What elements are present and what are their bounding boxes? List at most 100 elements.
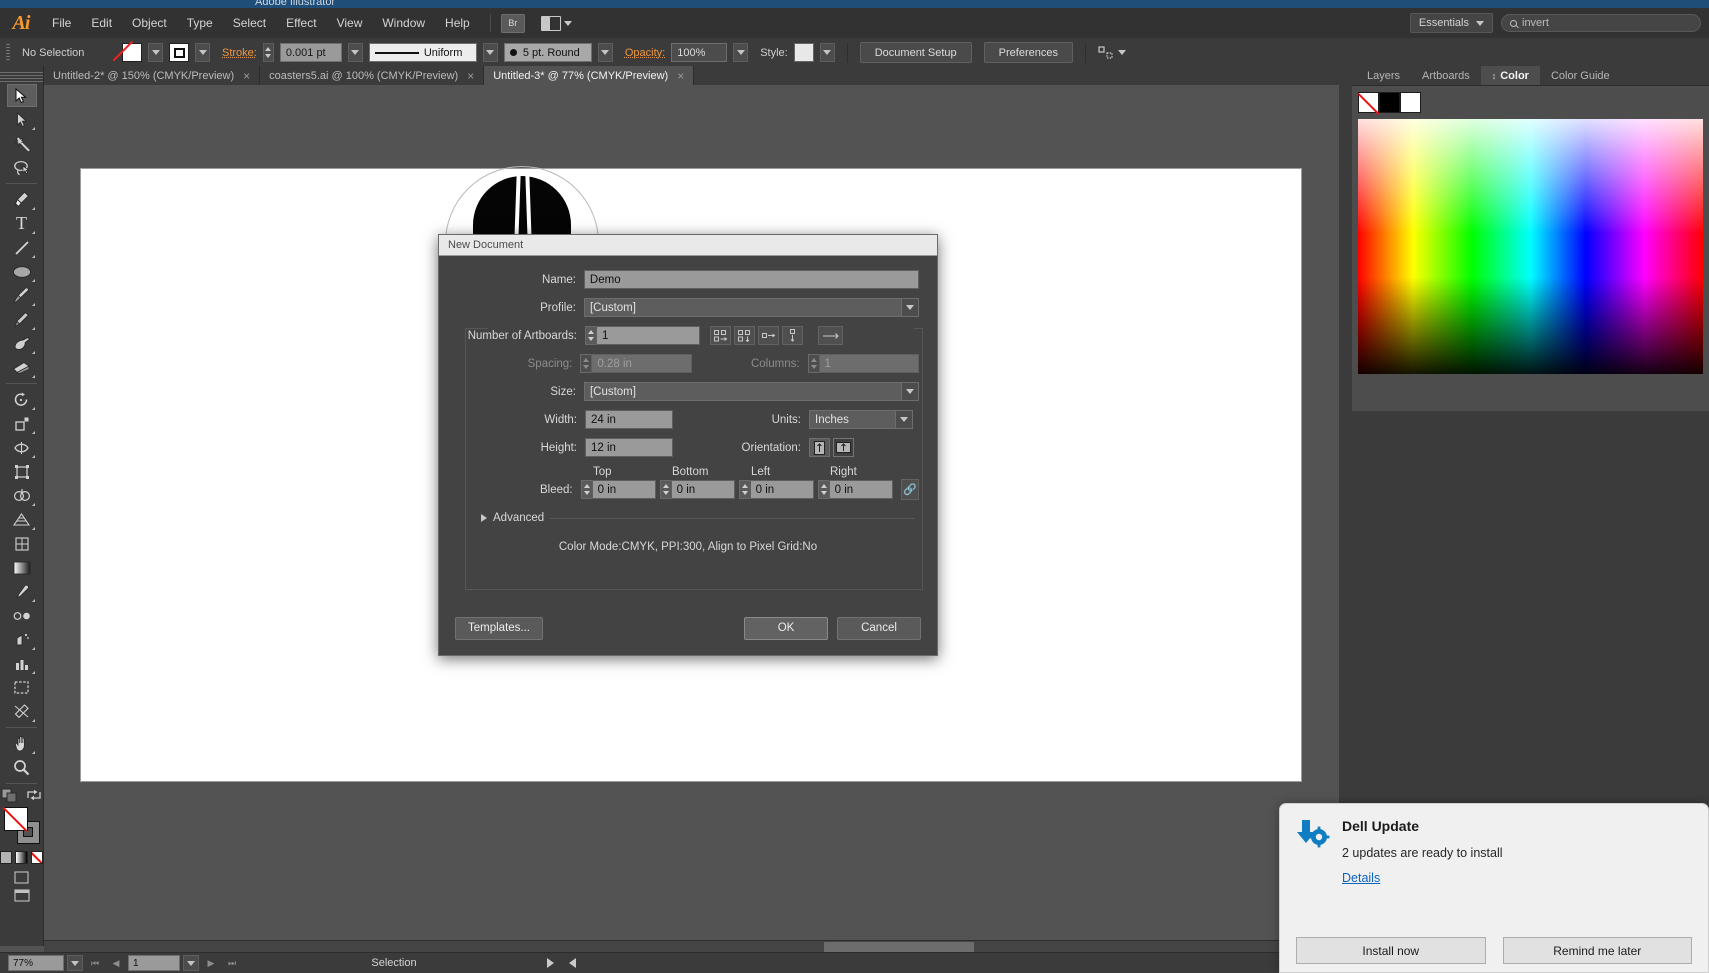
grid-by-column-button[interactable] (734, 326, 755, 345)
artboard-dropdown[interactable] (183, 955, 199, 971)
bleed-top-input[interactable]: 0 in (591, 480, 656, 499)
tool-rotate[interactable] (7, 388, 37, 411)
prev-artboard-icon[interactable]: ◀ (107, 955, 125, 971)
document-tab-untitled-2[interactable]: Untitled-2* @ 150% (CMYK/Preview) × (44, 66, 261, 85)
link-bleed-values-icon[interactable]: 🔗 (900, 479, 919, 500)
tool-direct-selection[interactable] (7, 108, 37, 131)
zoom-level-field[interactable]: 77% (8, 955, 64, 971)
tool-artboard[interactable] (7, 676, 37, 699)
document-tab-coasters5[interactable]: coasters5.ai @ 100% (CMYK/Preview) × (260, 66, 485, 85)
stroke-label[interactable]: Stroke: (222, 47, 257, 59)
opacity-dropdown[interactable] (733, 43, 749, 62)
panel-tab-color-guide[interactable]: Color Guide (1539, 66, 1621, 85)
grid-by-row-button[interactable] (710, 326, 731, 345)
fill-swatch[interactable] (122, 43, 142, 62)
tool-paintbrush[interactable] (7, 284, 37, 307)
stroke-dropdown[interactable] (195, 43, 210, 62)
menu-view[interactable]: View (327, 8, 373, 38)
bleed-top-stepper[interactable] (580, 480, 592, 499)
next-artboard-icon[interactable]: ▶ (202, 955, 220, 971)
opacity-label[interactable]: Opacity: (625, 47, 665, 59)
height-input[interactable]: 12 in (585, 438, 673, 457)
advanced-disclosure[interactable]: Advanced (481, 512, 919, 524)
graphic-style-swatch[interactable] (793, 43, 814, 62)
menu-effect[interactable]: Effect (276, 8, 326, 38)
units-select[interactable]: Inches (809, 410, 913, 429)
document-tab-untitled-3[interactable]: Untitled-3* @ 77% (CMYK/Preview) × (484, 66, 695, 85)
ok-button[interactable]: OK (744, 616, 828, 640)
screen-mode-icon[interactable] (13, 889, 30, 902)
color-white-swatch[interactable] (1400, 92, 1421, 113)
width-input[interactable]: 24 in (585, 410, 673, 429)
control-bar-grip[interactable] (6, 43, 10, 62)
tool-hand[interactable] (7, 732, 37, 755)
tool-eraser[interactable] (7, 356, 37, 379)
stroke-swatch[interactable] (169, 43, 189, 62)
tool-selection[interactable] (6, 84, 37, 107)
document-setup-button[interactable]: Document Setup (859, 42, 972, 63)
toast-details-link[interactable]: Details (1342, 871, 1503, 885)
tool-free-transform[interactable] (7, 460, 37, 483)
tool-scale[interactable] (7, 412, 37, 435)
install-now-button[interactable]: Install now (1296, 937, 1486, 964)
change-to-rtl-button[interactable] (818, 326, 843, 345)
artboards-stepper[interactable] (585, 326, 596, 345)
bleed-bottom-input[interactable]: 0 in (670, 480, 735, 499)
stroke-weight-stepper[interactable] (262, 43, 274, 62)
cancel-button[interactable]: Cancel (837, 616, 921, 640)
stroke-profile-field[interactable]: Uniform (368, 43, 477, 62)
arrange-by-row-button[interactable] (758, 326, 779, 345)
search-help-input[interactable]: invert (1501, 14, 1701, 32)
tool-ellipse[interactable] (7, 260, 37, 283)
bleed-left-input[interactable]: 0 in (749, 480, 814, 499)
brush-definition-field[interactable]: 5 pt. Round (503, 43, 592, 62)
close-icon[interactable]: × (467, 70, 474, 82)
fill-stroke-swap-squares-icon[interactable] (1, 788, 18, 803)
preferences-button[interactable]: Preferences (983, 42, 1073, 63)
stroke-weight-dropdown[interactable] (347, 43, 363, 62)
tool-magic-wand[interactable] (7, 132, 37, 155)
close-icon[interactable]: × (677, 70, 684, 82)
tool-perspective-grid[interactable] (7, 508, 37, 531)
tool-lasso[interactable] (7, 156, 37, 179)
tools-grip[interactable] (0, 70, 43, 82)
columns-input[interactable]: 1 (818, 354, 920, 373)
tool-line-segment[interactable] (7, 236, 37, 259)
close-icon[interactable]: × (243, 70, 250, 82)
size-select[interactable]: [Custom] (583, 382, 919, 401)
menu-window[interactable]: Window (372, 8, 435, 38)
bleed-left-stepper[interactable] (738, 480, 750, 499)
remind-me-later-button[interactable]: Remind me later (1502, 937, 1692, 964)
menu-file[interactable]: File (42, 8, 81, 38)
menu-type[interactable]: Type (177, 8, 223, 38)
drawing-mode-icon[interactable] (14, 871, 29, 884)
brush-dropdown[interactable] (597, 43, 613, 62)
tool-mesh[interactable] (7, 532, 37, 555)
tool-width[interactable] (7, 436, 37, 459)
opacity-field[interactable]: 100% (671, 43, 728, 62)
bleed-bottom-stepper[interactable] (659, 480, 671, 499)
stroke-profile-dropdown[interactable] (482, 43, 498, 62)
tool-blob-brush[interactable] (7, 332, 37, 355)
bleed-right-stepper[interactable] (817, 480, 829, 499)
fill-indicator[interactable] (3, 807, 28, 831)
menu-select[interactable]: Select (223, 8, 276, 38)
dock-collapse-strip[interactable] (1339, 66, 1352, 860)
panel-tab-layers[interactable]: Layers (1356, 66, 1412, 85)
bridge-button[interactable]: Br (500, 13, 525, 33)
color-none-swatch[interactable] (1358, 92, 1379, 113)
color-black-swatch[interactable] (1379, 92, 1400, 113)
fill-dropdown[interactable] (148, 43, 163, 62)
artboard-number-field[interactable]: 1 (128, 955, 180, 971)
transform-menu-button[interactable] (1098, 45, 1126, 60)
tool-type[interactable]: T (7, 212, 37, 235)
arrange-documents-button[interactable] (540, 15, 572, 31)
spacing-input[interactable]: 0.28 in (591, 354, 692, 373)
fill-stroke-indicator[interactable] (2, 807, 42, 845)
tool-gradient[interactable] (7, 556, 37, 579)
tool-symbol-sprayer[interactable] (7, 628, 37, 651)
tool-slice[interactable] (7, 700, 37, 723)
workspace-switcher[interactable]: Essentials (1409, 13, 1493, 33)
panel-tab-color[interactable]: ↕ Color (1480, 66, 1540, 85)
bleed-right-input[interactable]: 0 in (828, 480, 893, 499)
